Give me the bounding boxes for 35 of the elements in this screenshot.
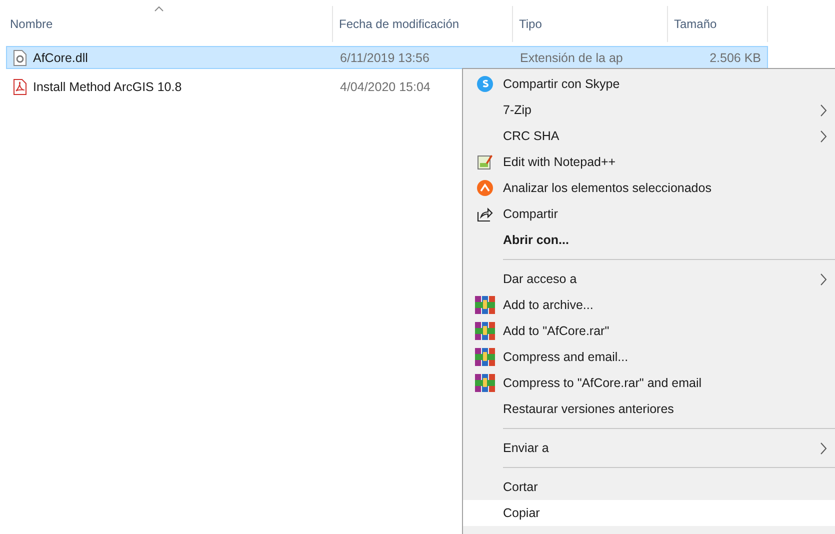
menu-item[interactable]: Compress to "AfCore.rar" and email — [463, 370, 835, 396]
file-date: 6/11/2019 13:56 — [340, 50, 430, 64]
archive-icon — [475, 296, 495, 314]
menu-item[interactable]: 7-Zip — [463, 97, 835, 123]
menu-item[interactable]: Analizar los elementos seleccionados — [463, 175, 835, 201]
menu-item[interactable]: Dar acceso a — [463, 266, 835, 292]
menu-item[interactable]: Cortar — [463, 474, 835, 500]
file-type: Extensión de la ap — [520, 50, 623, 64]
file-date: 4/04/2020 15:04 — [340, 80, 430, 94]
settings-file-icon — [13, 50, 27, 66]
archive-icon — [475, 348, 495, 366]
menu-item[interactable]: Edit with Notepad++ — [463, 149, 835, 175]
share-icon — [477, 206, 493, 222]
column-header[interactable]: Tamaño — [668, 6, 768, 42]
archive-icon — [475, 322, 495, 340]
menu-item[interactable]: Abrir con... — [463, 227, 835, 253]
column-header[interactable]: Nombre — [4, 6, 333, 42]
file-row[interactable]: AfCore.dll 6/11/2019 13:56 Extensión de la ap 2.506 KB — [6, 46, 768, 69]
menu-item[interactable]: Compartir con Skype — [463, 71, 835, 97]
file-size: 2.506 KB — [710, 50, 761, 64]
column-header[interactable]: Tipo — [513, 6, 668, 42]
file-name: Install Method ArcGIS 10.8 — [33, 80, 182, 94]
column-header[interactable]: Fecha de modificación — [333, 6, 513, 42]
menu-item[interactable]: CRC SHA — [463, 123, 835, 149]
pdf-file-icon — [13, 78, 27, 94]
menu-item[interactable]: Copiar — [463, 500, 835, 526]
menu-item[interactable]: Compartir — [463, 201, 835, 227]
menu-item[interactable]: Add to archive... — [463, 292, 835, 318]
menu-item[interactable]: Enviar a — [463, 435, 835, 461]
notepad-icon — [477, 154, 493, 170]
archive-icon — [475, 374, 495, 392]
menu-item[interactable]: Compress and email... — [463, 344, 835, 370]
file-name: AfCore.dll — [33, 50, 88, 64]
menu-item[interactable]: Restaurar versiones anteriores — [463, 396, 835, 422]
menu-item[interactable]: Add to "AfCore.rar" — [463, 318, 835, 344]
